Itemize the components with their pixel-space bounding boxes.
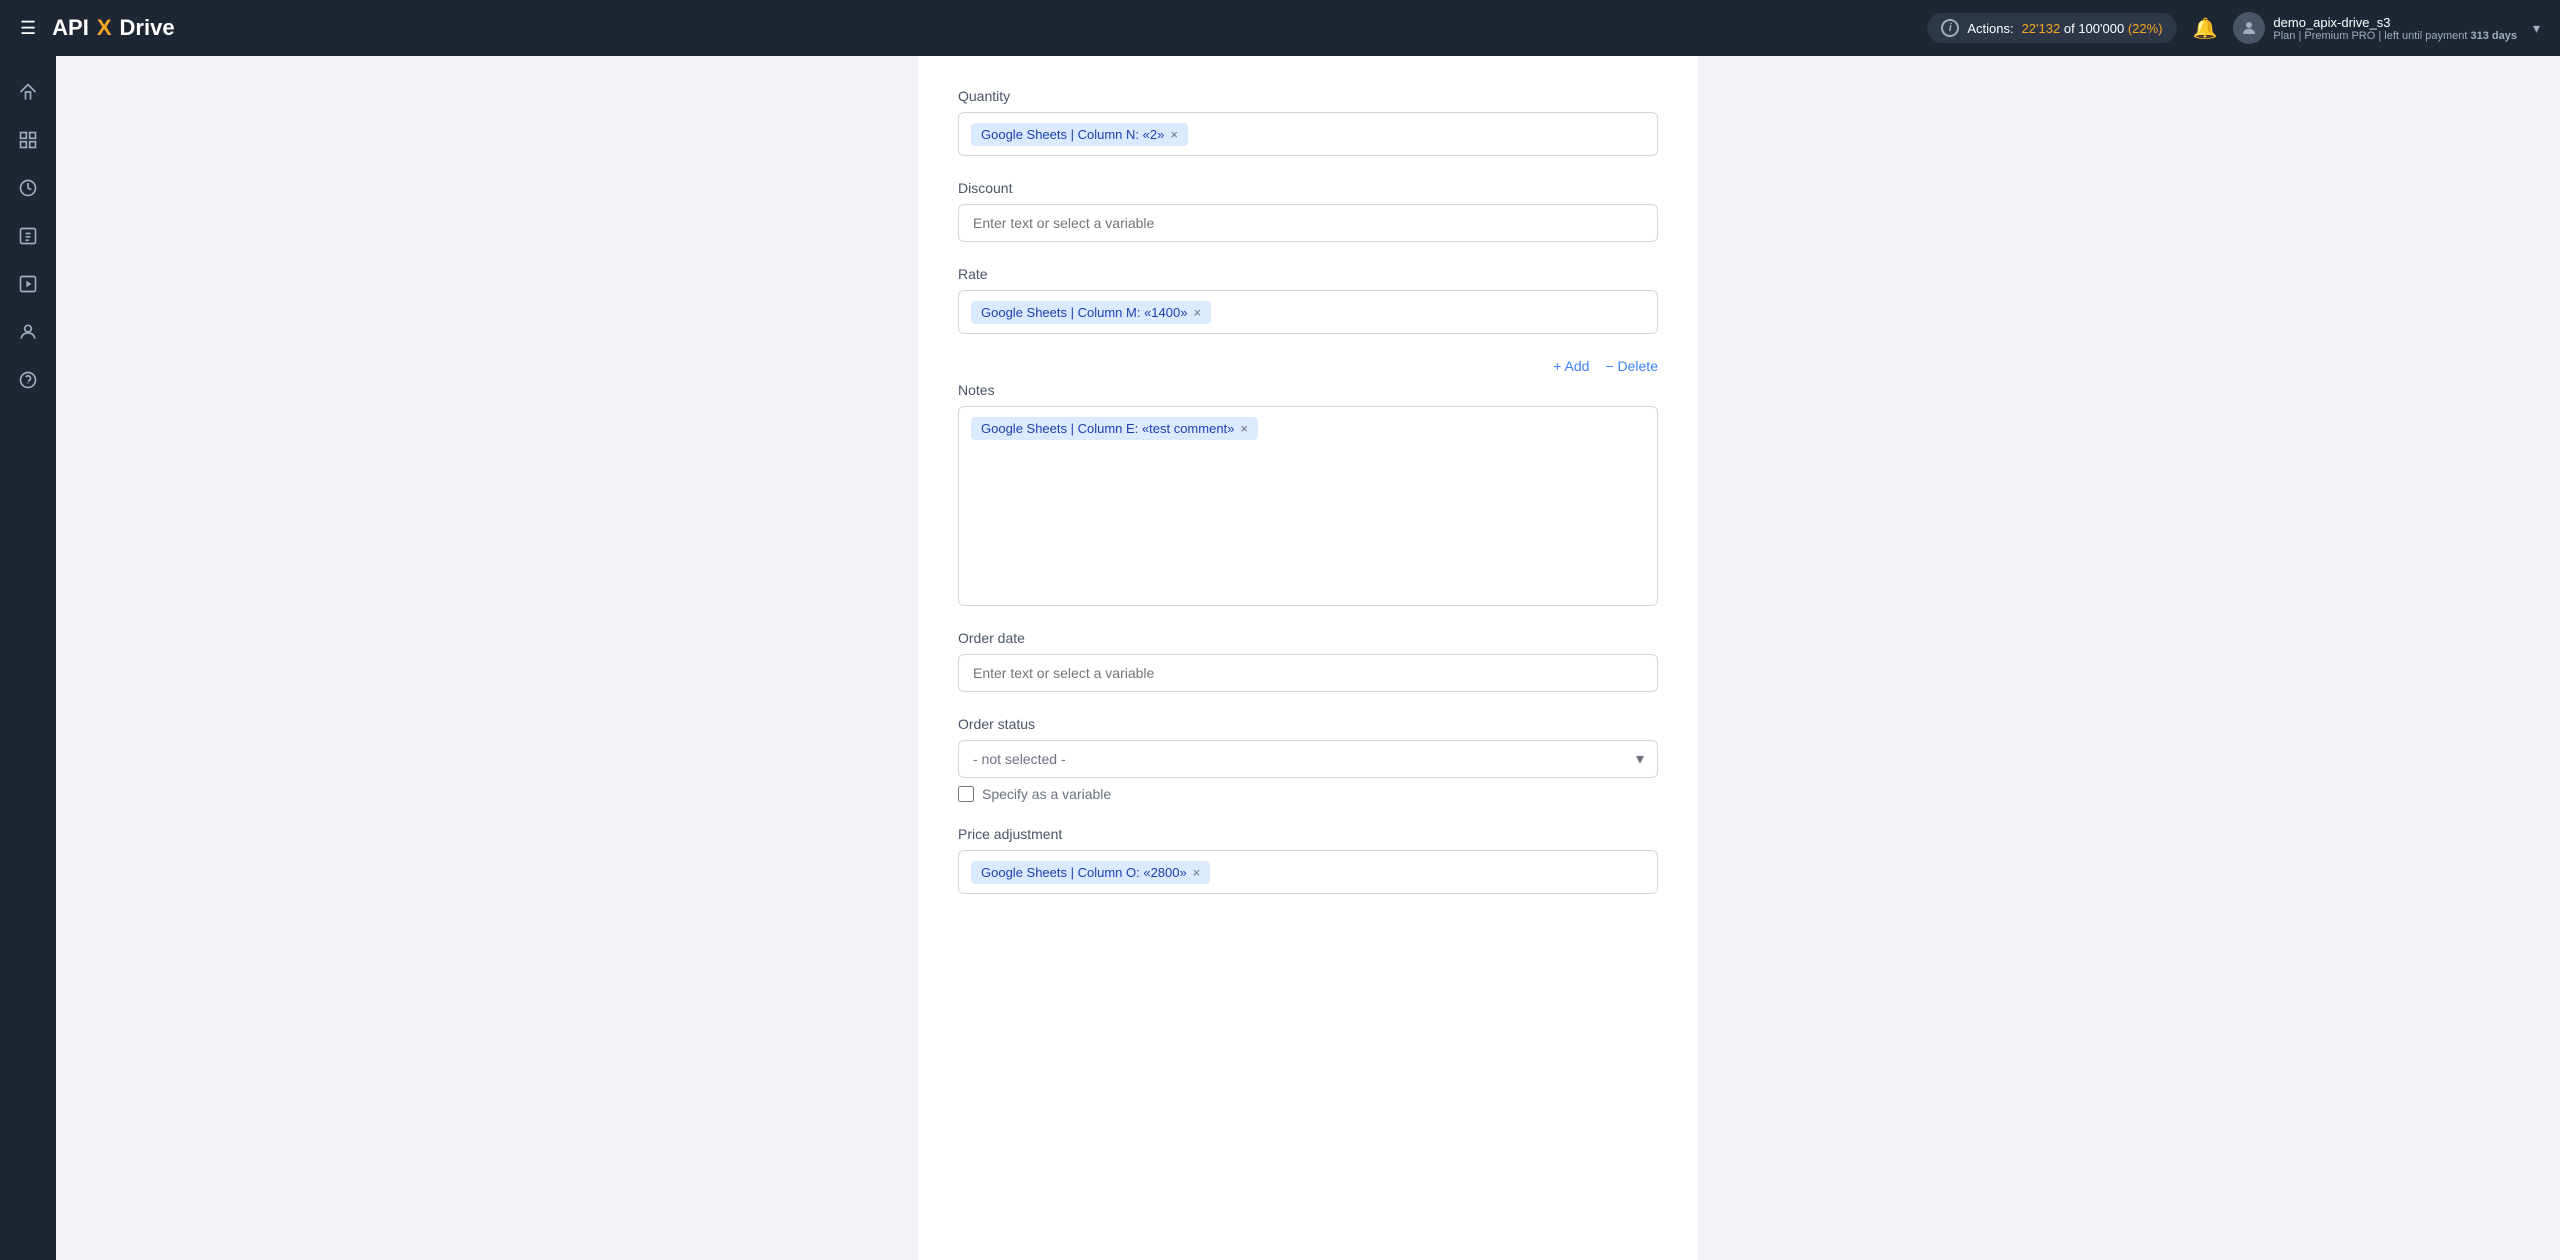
user-avatar <box>2233 12 2265 44</box>
discount-label: Discount <box>958 180 1658 196</box>
header-actions: i Actions: 22'132 of 100'000 (22%) 🔔 dem… <box>1927 12 2540 44</box>
order-status-wrapper: - not selected - New In Progress Complet… <box>958 740 1658 778</box>
add-button[interactable]: + Add <box>1553 358 1589 374</box>
sidebar-item-play[interactable] <box>8 264 48 304</box>
hamburger-icon[interactable]: ☰ <box>20 18 36 39</box>
actions-current: 22'132 <box>2022 21 2061 36</box>
specify-variable-label[interactable]: Specify as a variable <box>982 786 1111 802</box>
price-adjustment-tag-text: Google Sheets | Column O: «2800» <box>981 865 1187 880</box>
rate-tag-text: Google Sheets | Column M: «1400» <box>981 305 1187 320</box>
quantity-tag-remove[interactable]: × <box>1170 128 1178 141</box>
notes-tag-remove[interactable]: × <box>1240 422 1248 435</box>
price-adjustment-input[interactable]: Google Sheets | Column O: «2800» × <box>958 850 1658 894</box>
logo-drive: Drive <box>120 15 175 41</box>
rate-tag-remove[interactable]: × <box>1193 306 1201 319</box>
user-section: demo_apix-drive_s3 Plan | Premium PRO | … <box>2233 12 2540 44</box>
info-icon: i <box>1941 19 1959 37</box>
sidebar <box>0 56 56 1260</box>
user-name: demo_apix-drive_s3 <box>2273 15 2517 30</box>
actions-count: 22'132 of 100'000 (22%) <box>2022 21 2163 36</box>
sidebar-item-home[interactable] <box>8 72 48 112</box>
form-panel: Quantity Google Sheets | Column N: «2» ×… <box>918 56 1698 1260</box>
quantity-tag-text: Google Sheets | Column N: «2» <box>981 127 1164 142</box>
discount-input[interactable] <box>958 204 1658 242</box>
actions-label: Actions: <box>1967 21 2013 36</box>
logo-x: X <box>97 15 112 41</box>
order-date-label: Order date <box>958 630 1658 646</box>
rate-tag: Google Sheets | Column M: «1400» × <box>971 301 1211 324</box>
notes-input[interactable]: Google Sheets | Column E: «test comment»… <box>958 406 1658 606</box>
notes-group: Notes Google Sheets | Column E: «test co… <box>958 382 1658 606</box>
sidebar-item-files[interactable] <box>8 216 48 256</box>
order-status-select[interactable]: - not selected - New In Progress Complet… <box>958 740 1658 778</box>
price-adjustment-tag-remove[interactable]: × <box>1193 866 1201 879</box>
order-date-input[interactable] <box>958 654 1658 692</box>
specify-variable-checkbox[interactable] <box>958 786 974 802</box>
logo: API X Drive <box>52 15 174 41</box>
notes-tag-text: Google Sheets | Column E: «test comment» <box>981 421 1234 436</box>
logo-api: API <box>52 15 89 41</box>
quantity-tag: Google Sheets | Column N: «2» × <box>971 123 1188 146</box>
user-plan: Plan | Premium PRO | left until payment … <box>2273 30 2517 42</box>
user-info: demo_apix-drive_s3 Plan | Premium PRO | … <box>2273 15 2517 42</box>
main-layout: Quantity Google Sheets | Column N: «2» ×… <box>0 56 2560 1260</box>
sidebar-item-grid[interactable] <box>8 120 48 160</box>
order-status-label: Order status <box>958 716 1658 732</box>
quantity-group: Quantity Google Sheets | Column N: «2» × <box>958 88 1658 156</box>
sidebar-item-help[interactable] <box>8 360 48 400</box>
header: ☰ API X Drive i Actions: 22'132 of 100'000… <box>0 0 2560 56</box>
sidebar-item-billing[interactable] <box>8 168 48 208</box>
actions-badge[interactable]: i Actions: 22'132 of 100'000 (22%) <box>1927 13 2176 43</box>
order-status-group: Order status - not selected - New In Pro… <box>958 716 1658 802</box>
actions-total: 100'000 <box>2078 21 2124 36</box>
price-adjustment-tag: Google Sheets | Column O: «2800» × <box>971 861 1210 884</box>
quantity-label: Quantity <box>958 88 1658 104</box>
rate-label: Rate <box>958 266 1658 282</box>
order-date-group: Order date <box>958 630 1658 692</box>
content-area: Quantity Google Sheets | Column N: «2» ×… <box>56 56 2560 1260</box>
price-adjustment-label: Price adjustment <box>958 826 1658 842</box>
notes-label: Notes <box>958 382 1658 398</box>
bell-icon[interactable]: 🔔 <box>2193 16 2218 41</box>
quantity-input[interactable]: Google Sheets | Column N: «2» × <box>958 112 1658 156</box>
actions-of: of <box>2064 21 2078 36</box>
actions-percent: (22%) <box>2128 21 2163 36</box>
sidebar-item-user[interactable] <box>8 312 48 352</box>
add-delete-row: + Add − Delete <box>958 358 1658 374</box>
notes-tag: Google Sheets | Column E: «test comment»… <box>971 417 1258 440</box>
chevron-down-icon[interactable]: ▾ <box>2533 20 2540 37</box>
rate-group: Rate Google Sheets | Column M: «1400» × <box>958 266 1658 334</box>
price-adjustment-group: Price adjustment Google Sheets | Column … <box>958 826 1658 894</box>
specify-variable-row: Specify as a variable <box>958 786 1658 802</box>
rate-input[interactable]: Google Sheets | Column M: «1400» × <box>958 290 1658 334</box>
delete-button[interactable]: − Delete <box>1605 358 1658 374</box>
discount-group: Discount <box>958 180 1658 242</box>
